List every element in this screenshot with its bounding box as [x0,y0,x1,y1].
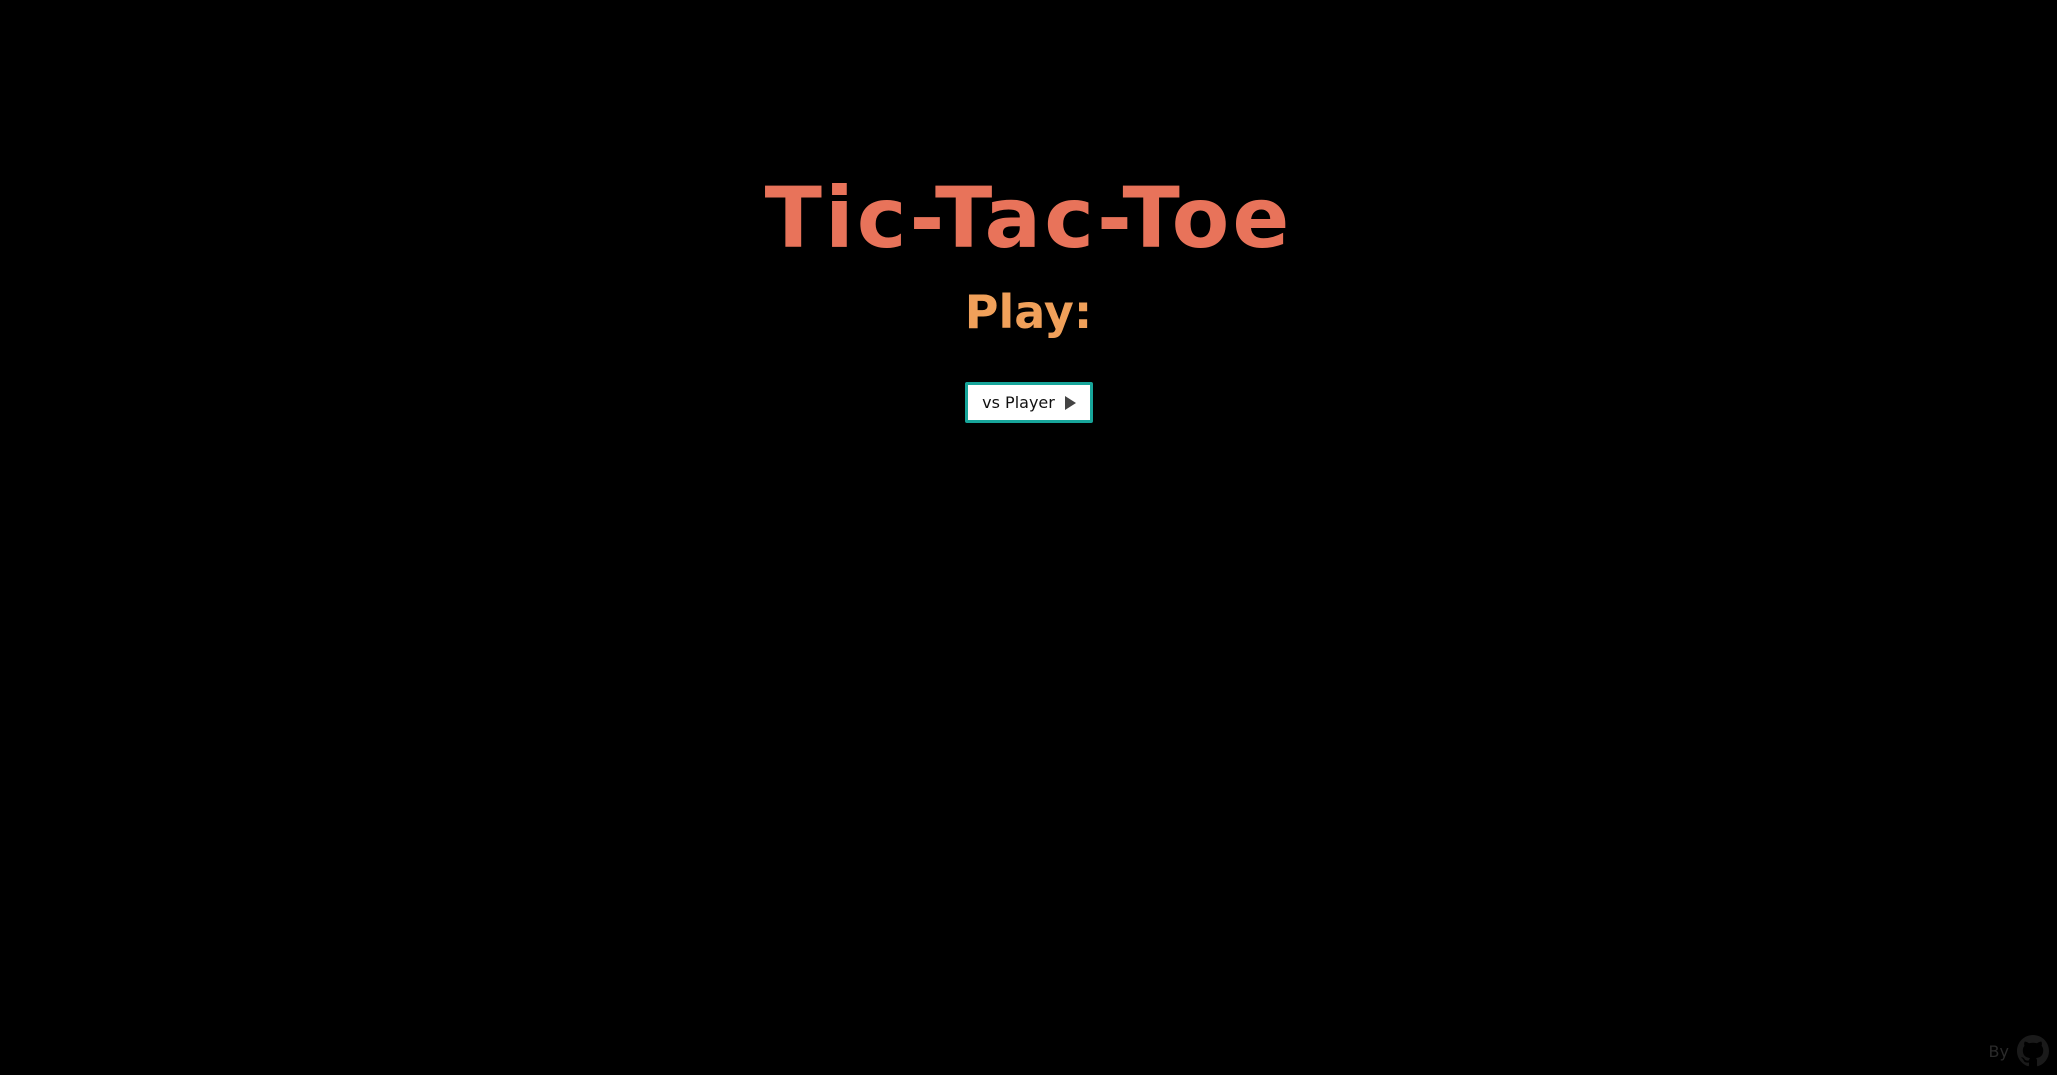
game-title: Tic-Tac-Toe [764,169,1293,267]
by-text: By [1988,1041,2009,1061]
play-heading: Play: [964,285,1093,339]
vs-player-button[interactable]: vs Player [965,382,1093,423]
github-link[interactable] [2017,1035,2049,1067]
play-icon [1064,395,1076,410]
github-icon [2017,1035,2049,1067]
vs-player-label: vs Player [982,393,1055,412]
footer-credit: By [1989,1035,2049,1067]
